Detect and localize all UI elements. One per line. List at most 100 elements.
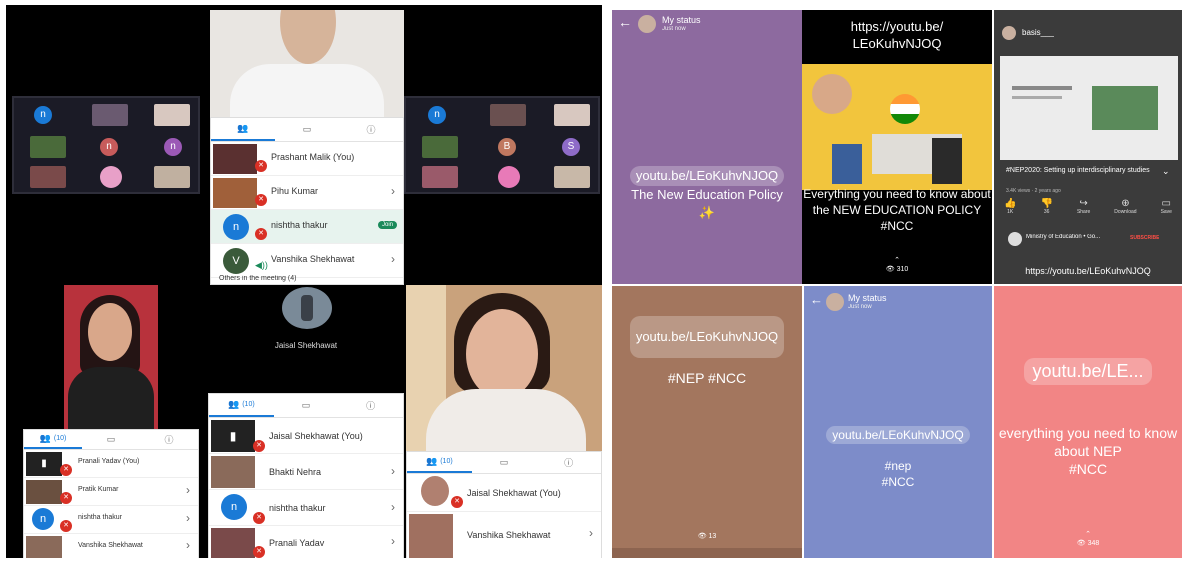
center-avatar: [282, 287, 332, 329]
participant-row[interactable]: ✕ Prashant Malik (You): [211, 142, 403, 176]
views-count[interactable]: ⌃ 👁 310: [802, 256, 992, 274]
back-arrow-icon[interactable]: ←: [618, 14, 632, 30]
chevron-right-icon[interactable]: ›: [391, 500, 395, 514]
participant-row[interactable]: Vanshika Shekhawat ›: [407, 512, 601, 558]
participant-name: nishtha thakur: [269, 503, 326, 513]
speaking-icon: ◀)): [255, 260, 268, 270]
status-url[interactable]: https://youtu.be/LEoKuhvNJOQ: [994, 266, 1182, 276]
banner-student: [932, 138, 962, 184]
status-header: My status: [662, 15, 701, 25]
share-button[interactable]: ↪ Share: [1077, 198, 1090, 224]
avatar: [638, 15, 656, 33]
chevron-right-icon[interactable]: ›: [589, 526, 593, 540]
chevron-right-icon[interactable]: ›: [391, 464, 395, 478]
participant-row[interactable]: ✕ Jaisal Shekhawat (You): [407, 474, 601, 512]
participant-video: [409, 514, 453, 558]
chevron-right-icon[interactable]: ›: [186, 483, 190, 497]
avatar-figure: [301, 295, 313, 321]
panel-tabs: 👥 ▭ ⓘ: [211, 118, 403, 142]
participants-panel-right: 👥 (10) ▭ ⓘ ✕ Jaisal Shekhawat (You) Vansh…: [406, 451, 602, 558]
video-tile: [554, 166, 590, 188]
people-icon: 👥: [228, 399, 240, 409]
participant-row[interactable]: ▮ ✕ Jaisal Shekhawat (You): [209, 418, 403, 454]
status-url[interactable]: https://youtu.be/ LEoKuhvNJOQ: [802, 18, 992, 52]
status-header: basis___: [1022, 28, 1055, 37]
person-shirt: [230, 64, 384, 122]
participant-name: Prashant Malik (You): [271, 152, 355, 162]
expand-icon[interactable]: ⌄: [1162, 166, 1170, 177]
chevron-right-icon[interactable]: ›: [391, 184, 395, 198]
chat-icon: ▭: [106, 434, 116, 444]
tab-chat[interactable]: ▭: [275, 118, 339, 141]
tab-people[interactable]: 👥: [211, 118, 275, 141]
participant-row[interactable]: Bhakti Nehra ›: [209, 454, 403, 490]
mic-off-icon: ✕: [253, 546, 265, 558]
chat-icon: ▭: [302, 124, 312, 134]
tab-people[interactable]: 👥 (10): [407, 452, 472, 473]
status-time: Just now: [662, 26, 686, 32]
status-link[interactable]: youtu.be/LEoKuhvNJOQ: [629, 166, 785, 186]
participant-row[interactable]: V ◀)) Vanshika Shekhawat ›: [211, 244, 403, 278]
participant-row[interactable]: ✕ Pranali Yadav ›: [209, 526, 403, 558]
tab-info[interactable]: ⓘ: [140, 430, 198, 449]
dislike-button[interactable]: 👎 36: [1040, 198, 1052, 224]
save-button[interactable]: ▭ Save: [1161, 198, 1172, 224]
panel-tabs: 👥 (10) ▭ ⓘ: [407, 452, 601, 474]
participants-panel-top: 👥 ▭ ⓘ ✕ Prashant Malik (You) ✕ Pihu Kuma…: [210, 117, 404, 285]
chevron-right-icon[interactable]: ›: [391, 534, 395, 548]
panel-tabs: 👥 (10) ▭ ⓘ: [24, 430, 198, 450]
back-arrow-icon[interactable]: ←: [810, 292, 823, 307]
chat-icon: ▭: [499, 457, 509, 467]
tab-chat[interactable]: ▭: [82, 430, 140, 449]
participant-row[interactable]: ▮ ✕ Pranali Yadav (You): [24, 450, 198, 478]
video-tile: [100, 166, 122, 188]
chevron-right-icon[interactable]: ›: [186, 511, 190, 525]
status-link[interactable]: youtu.be/LEoKuhvNJOQ: [826, 426, 970, 444]
tab-chat[interactable]: ▭: [274, 394, 339, 417]
video-tile: [154, 166, 190, 188]
tab-info[interactable]: ⓘ: [339, 118, 403, 141]
mic-icon: ▮: [229, 429, 237, 443]
participant-row[interactable]: Vanshika Shekhawat ›: [24, 534, 198, 558]
join-pill[interactable]: Join: [377, 221, 397, 229]
status-link[interactable]: youtu.be/LEoKuhvNJOQ: [629, 316, 785, 358]
sparkle-icon: ✨: [698, 205, 716, 220]
status-link[interactable]: youtu.be/LE...: [1024, 358, 1152, 385]
participant-name: Pranali Yadav (You): [78, 458, 140, 465]
video-title[interactable]: #NEP2020: Setting up interdisciplinary s…: [1006, 166, 1156, 176]
person-figure: [280, 10, 336, 64]
tab-info[interactable]: ⓘ: [536, 452, 601, 473]
chevron-right-icon[interactable]: ›: [391, 252, 395, 266]
views-count[interactable]: 👁 13: [612, 532, 802, 540]
participant-row[interactable]: ✕ Pratik Kumar ›: [24, 478, 198, 506]
participant-row[interactable]: ✕ Pihu Kumar ›: [211, 176, 403, 210]
person-shirt: [68, 367, 154, 433]
chevron-right-icon[interactable]: ›: [186, 538, 190, 552]
download-button[interactable]: ⊕ Download: [1114, 198, 1136, 224]
participant-video: ▮: [26, 452, 62, 476]
like-button[interactable]: 👍 1K: [1004, 198, 1016, 224]
tab-people[interactable]: 👥 (10): [209, 394, 274, 417]
participant-name: Vanshika Shekhawat: [467, 530, 551, 540]
participant-row[interactable]: n ✕ nishtha thakur ›: [209, 490, 403, 526]
tab-people[interactable]: 👥 (10): [24, 430, 82, 449]
participant-row[interactable]: n ✕ nishtha thakur Join: [211, 210, 403, 244]
mic-off-icon: ✕: [253, 440, 265, 452]
participant-name: Pihu Kumar: [271, 186, 319, 196]
mic-off-icon: ✕: [255, 160, 267, 172]
participant-avatar: n: [34, 106, 52, 124]
participant-row[interactable]: n ✕ nishtha thakur ›: [24, 506, 198, 534]
video-meta: 3.4K views · 2 years ago: [1006, 188, 1061, 194]
participants-panel-left: 👥 (10) ▭ ⓘ ▮ ✕ Pranali Yadav (You) ✕ Prat…: [23, 429, 199, 558]
channel-name[interactable]: Ministry of Education • Go...: [1026, 234, 1100, 240]
participant-avatar: B: [498, 138, 516, 156]
banner-hand: [812, 74, 852, 114]
person-shirt: [426, 389, 586, 451]
tab-chat[interactable]: ▭: [472, 452, 537, 473]
panel-tabs: 👥 (10) ▭ ⓘ: [209, 394, 403, 418]
tab-info[interactable]: ⓘ: [338, 394, 403, 417]
participant-name: Vanshika Shekhawat: [78, 542, 143, 549]
video-tile: [92, 104, 128, 126]
views-count[interactable]: ⌃ 👁 348: [994, 530, 1182, 548]
subscribe-button[interactable]: SUBSCRIBE: [1130, 235, 1159, 241]
